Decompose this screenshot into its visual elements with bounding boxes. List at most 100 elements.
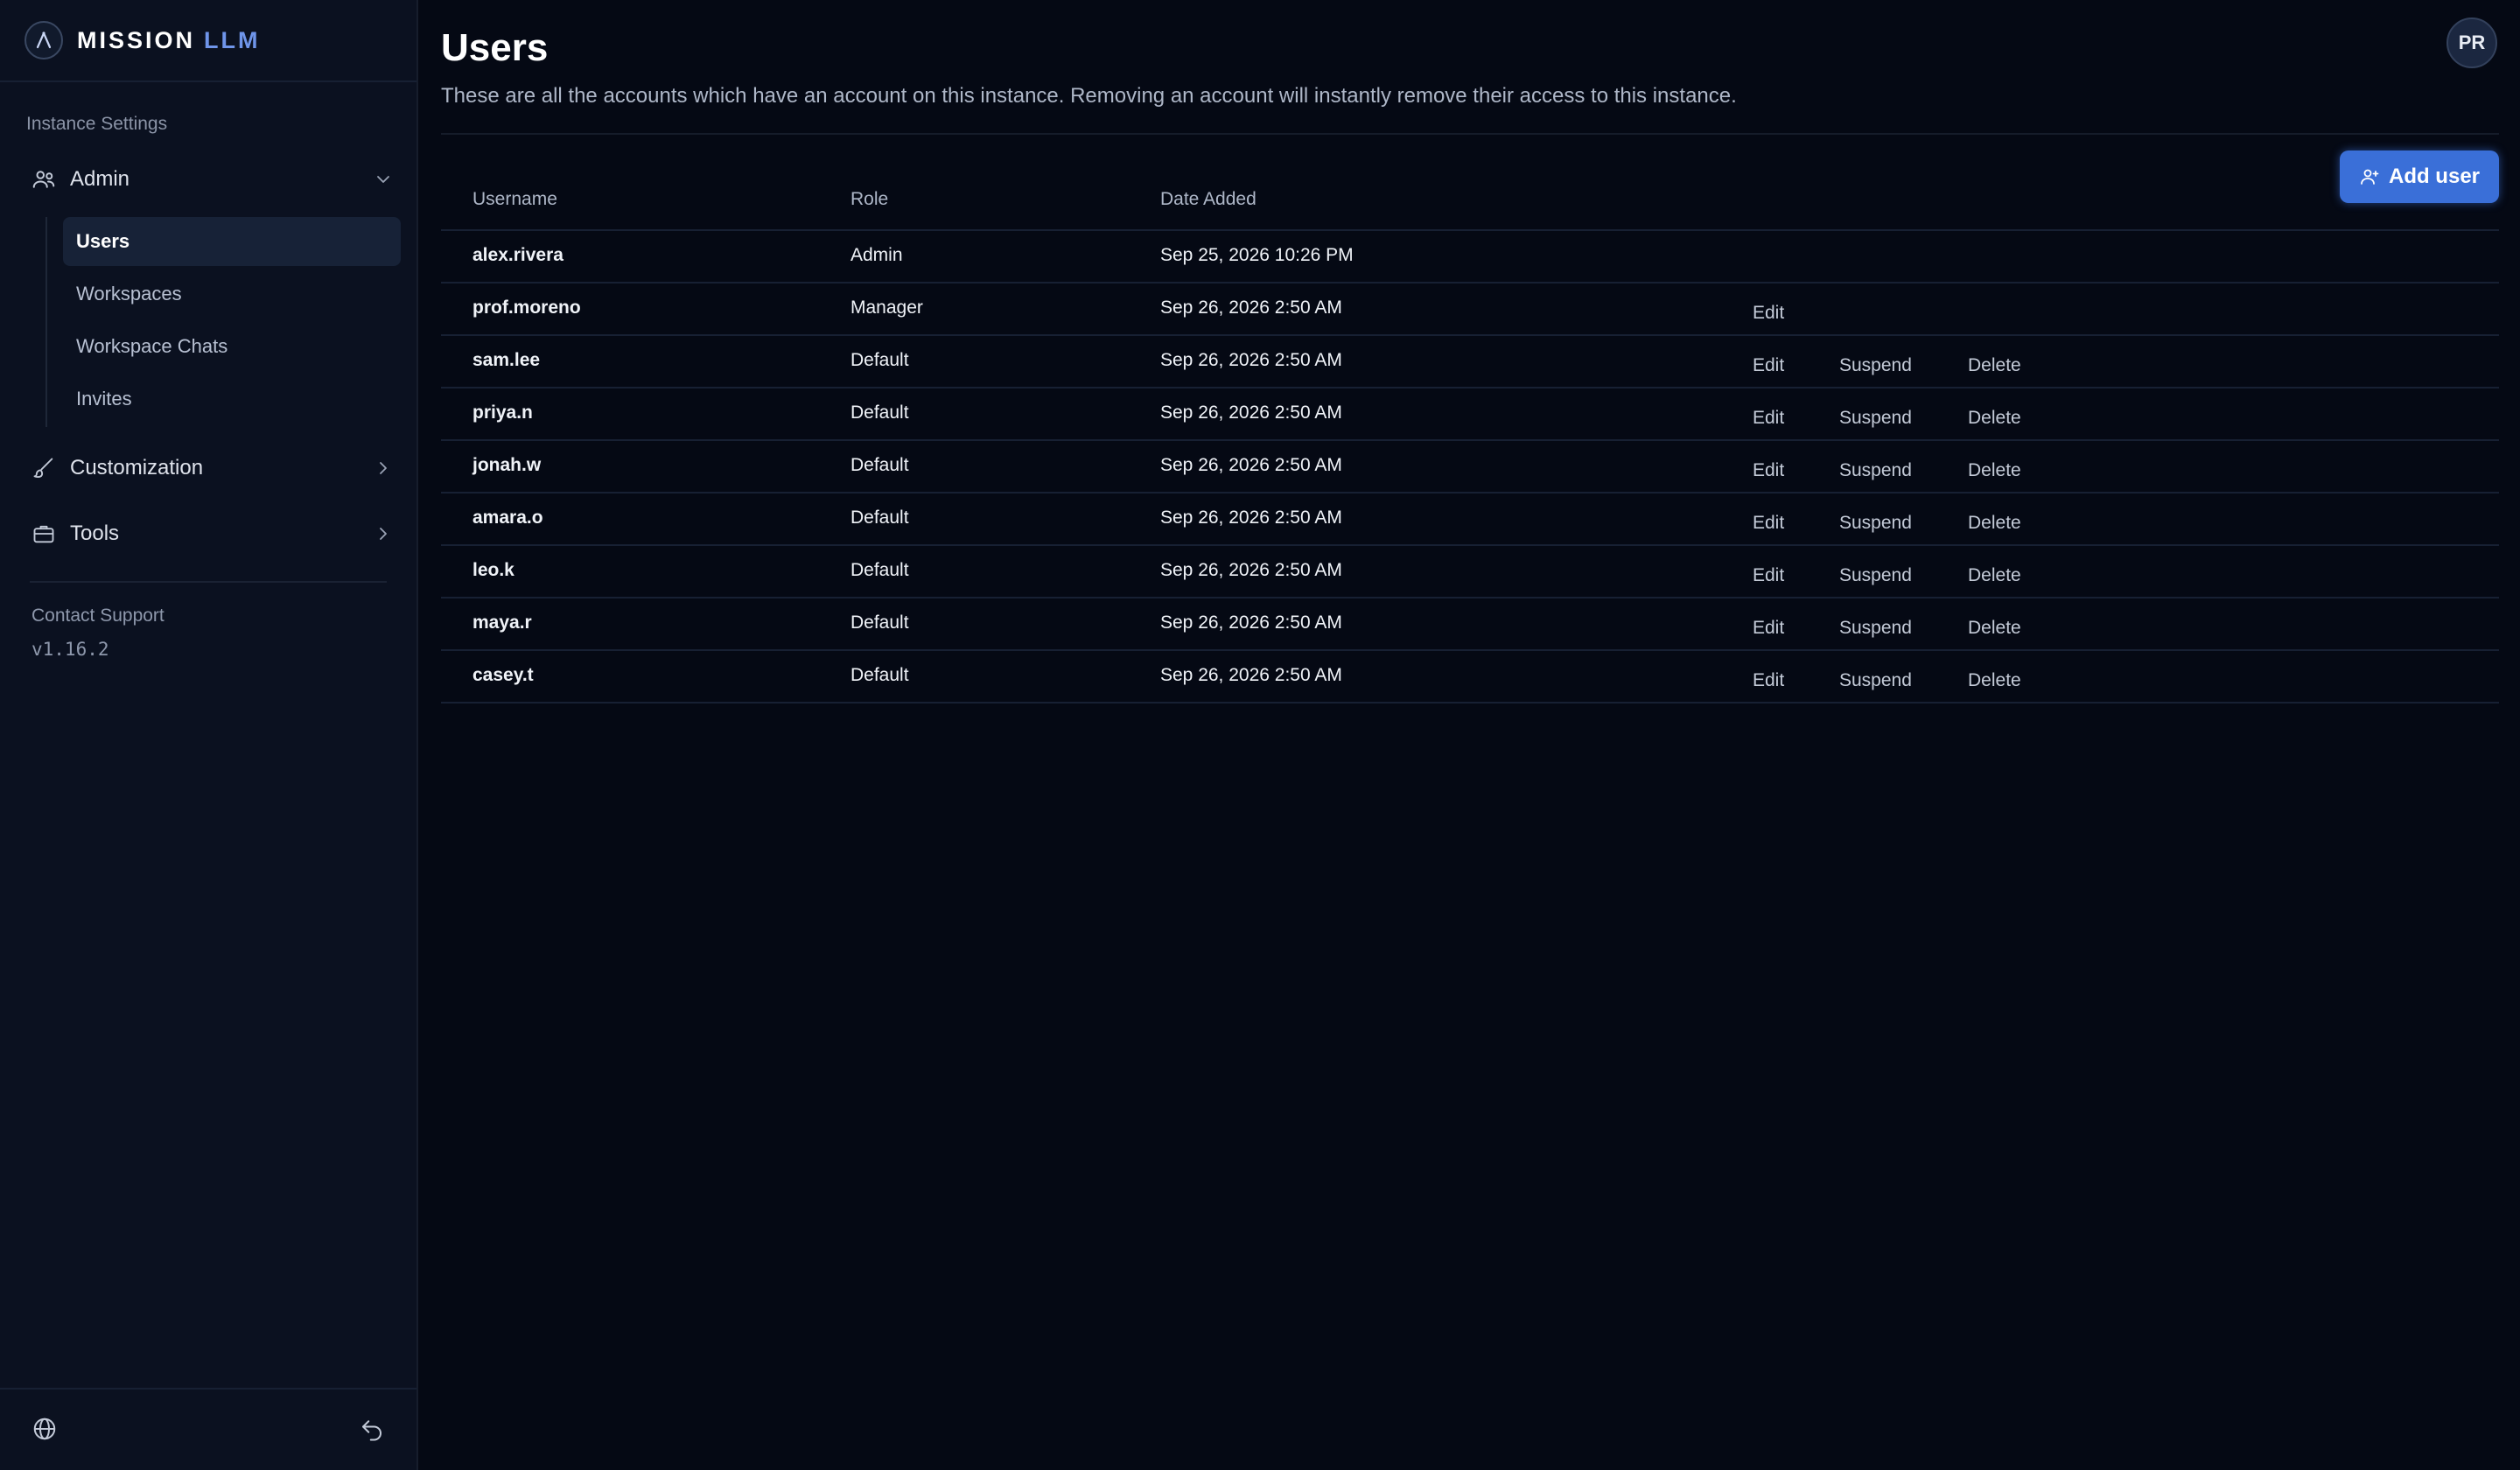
table-row: casey.t Default Sep 26, 2026 2:50 AM Edit Su… [441, 651, 2499, 704]
role-cell: Default [850, 612, 909, 633]
date-added-cell: Sep 26, 2026 2:50 AM [1160, 455, 1342, 475]
chevron-down-icon[interactable] [373, 169, 394, 190]
suspend-button[interactable]: Suspend [1839, 355, 1912, 376]
table-row: alex.rivera Admin Sep 25, 2026 10:26 PM [441, 231, 2499, 284]
edit-button[interactable]: Edit [1753, 355, 1784, 376]
table-row: priya.n Default Sep 26, 2026 2:50 AM Edit Su… [441, 388, 2499, 441]
edit-button[interactable]: Edit [1753, 670, 1784, 691]
table-row: prof.moreno Manager Sep 26, 2026 2:50 AM Ed… [441, 284, 2499, 336]
suspend-button[interactable]: Suspend [1839, 565, 1912, 586]
table-body: alex.rivera Admin Sep 25, 2026 10:26 PM pro… [441, 231, 2499, 704]
table-header: Username Role Date Added [441, 175, 2499, 231]
add-user-label: Add user [2388, 164, 2480, 188]
date-added-cell: Sep 26, 2026 2:50 AM [1160, 560, 1342, 580]
globe-icon[interactable] [32, 1416, 58, 1442]
date-added-cell: Sep 26, 2026 2:50 AM [1160, 665, 1342, 685]
role-cell: Default [850, 665, 909, 685]
username-cell: jonah.w [472, 455, 542, 475]
role-cell: Admin [850, 245, 903, 265]
edit-button[interactable]: Edit [1753, 618, 1784, 639]
back-arrow-icon[interactable] [359, 1416, 385, 1442]
edit-button[interactable]: Edit [1753, 303, 1784, 324]
role-cell: Default [850, 455, 909, 475]
column-header-role: Role [850, 189, 889, 209]
section-label-instance-settings: Instance Settings [26, 114, 168, 134]
users-icon [30, 165, 58, 193]
delete-button[interactable]: Delete [1968, 618, 2021, 639]
role-cell: Default [850, 402, 909, 423]
user-plus-icon [2361, 169, 2379, 185]
username-cell: casey.t [472, 665, 534, 685]
nav-group-tools[interactable]: Tools [26, 512, 394, 556]
suspend-button[interactable]: Suspend [1839, 460, 1912, 481]
delete-button[interactable]: Delete [1968, 513, 2021, 534]
brand-logo-icon[interactable] [24, 21, 63, 60]
role-cell: Default [850, 508, 909, 528]
brand-header: MISSION LLM [0, 0, 416, 82]
nav-group-customization[interactable]: Customization [26, 446, 394, 490]
sidebar-item-workspaces[interactable]: Workspaces [63, 270, 401, 318]
header-divider [441, 133, 2499, 135]
briefcase-icon [30, 520, 58, 548]
delete-button[interactable]: Delete [1968, 670, 2021, 691]
username-cell: sam.lee [472, 350, 541, 370]
page-title: Users [441, 26, 549, 69]
brush-icon [30, 454, 58, 482]
date-added-cell: Sep 26, 2026 2:50 AM [1160, 402, 1342, 423]
suspend-button[interactable]: Suspend [1839, 670, 1912, 691]
delete-button[interactable]: Delete [1968, 565, 2021, 586]
suspend-button[interactable]: Suspend [1839, 618, 1912, 639]
sidebar-item-users[interactable]: Users [63, 217, 401, 266]
nav-group-label: Admin [70, 167, 130, 191]
sidebar-divider [30, 581, 387, 583]
table-row: maya.r Default Sep 26, 2026 2:50 AM Edit Sus… [441, 598, 2499, 651]
date-added-cell: Sep 26, 2026 2:50 AM [1160, 508, 1342, 528]
nav-group-label: Customization [70, 456, 204, 480]
chevron-right-icon[interactable] [373, 523, 394, 544]
edit-button[interactable]: Edit [1753, 513, 1784, 534]
delete-button[interactable]: Delete [1968, 408, 2021, 429]
suspend-button[interactable]: Suspend [1839, 513, 1912, 534]
add-user-button[interactable]: Add user [2340, 150, 2499, 203]
delete-button[interactable]: Delete [1968, 355, 2021, 376]
brand-name: MISSION LLM [77, 27, 261, 54]
sidebar-item-invites[interactable]: Invites [63, 374, 401, 424]
date-added-cell: Sep 26, 2026 2:50 AM [1160, 612, 1342, 633]
date-added-cell: Sep 26, 2026 2:50 AM [1160, 350, 1342, 370]
brand-name-primary: MISSION [77, 26, 196, 53]
username-cell: priya.n [472, 402, 533, 423]
chevron-right-icon[interactable] [373, 458, 394, 479]
nav-group-label: Tools [70, 522, 120, 545]
column-header-username: Username [472, 189, 557, 209]
edit-button[interactable]: Edit [1753, 408, 1784, 429]
contact-support-link[interactable]: Contact Support [32, 606, 164, 626]
role-cell: Manager [850, 298, 923, 318]
table-row: leo.k Default Sep 26, 2026 2:50 AM Edit Susp… [441, 546, 2499, 598]
column-header-date-added: Date Added [1160, 189, 1256, 209]
table-row: sam.lee Default Sep 26, 2026 2:50 AM Edit Su… [441, 336, 2499, 388]
version-label: v1.16.2 [32, 639, 109, 660]
edit-button[interactable]: Edit [1753, 565, 1784, 586]
username-cell: prof.moreno [472, 298, 581, 318]
username-cell: leo.k [472, 560, 514, 580]
date-added-cell: Sep 25, 2026 10:26 PM [1160, 245, 1354, 265]
delete-button[interactable]: Delete [1968, 460, 2021, 481]
table-row: jonah.w Default Sep 26, 2026 2:50 AM Edit Su… [441, 441, 2499, 494]
username-cell: alex.rivera [472, 245, 564, 265]
nav-group-admin[interactable]: Admin [26, 158, 394, 201]
username-cell: amara.o [472, 508, 543, 528]
brand-name-accent: LLM [204, 26, 261, 53]
role-cell: Default [850, 350, 909, 370]
page-description: These are all the accounts which have an… [441, 84, 1737, 108]
edit-button[interactable]: Edit [1753, 460, 1784, 481]
sidebar-item-workspace-chats[interactable]: Workspace Chats [63, 322, 401, 371]
avatar[interactable]: PR [2446, 18, 2497, 68]
suspend-button[interactable]: Suspend [1839, 408, 1912, 429]
date-added-cell: Sep 26, 2026 2:50 AM [1160, 298, 1342, 318]
main-content: Users These are all the accounts which h… [441, 0, 2499, 1470]
users-table: Username Role Date Added alex.rivera Admi… [441, 175, 2499, 704]
admin-subnav: Users Workspaces Workspace Chats Invites [46, 217, 401, 427]
role-cell: Default [850, 560, 909, 580]
sidebar: MISSION LLM Instance Settings Admin Users… [0, 0, 418, 1470]
username-cell: maya.r [472, 612, 532, 633]
